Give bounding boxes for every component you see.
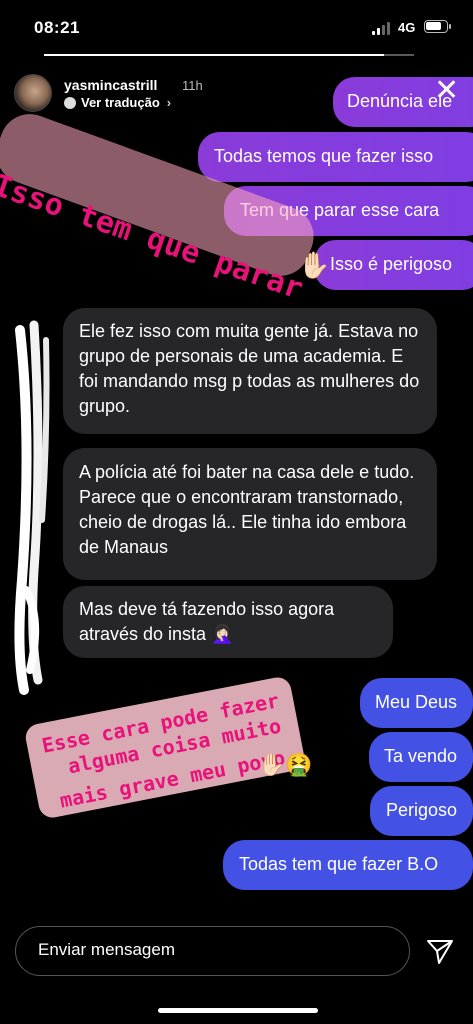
message-incoming: Ele fez isso com muita gente já. Estava …: [63, 308, 437, 434]
message-outgoing: Todas temos que fazer isso: [198, 132, 473, 182]
message-outgoing: Ta vendo: [369, 732, 473, 782]
translate-button[interactable]: Ver tradução ›: [64, 95, 171, 110]
network-type: 4G: [398, 20, 416, 35]
message-placeholder: Enviar mensagem: [38, 940, 176, 959]
home-indicator: [158, 1008, 318, 1013]
hand-vomit-emoji: ✋🏻🤮: [258, 752, 313, 777]
avatar[interactable]: [14, 74, 52, 112]
message-incoming: A polícia até foi bater na casa dele e t…: [63, 448, 437, 580]
time-ago: 11h: [182, 78, 203, 93]
message-incoming: Mas deve tá fazendo isso agora através d…: [63, 586, 393, 658]
send-icon[interactable]: [425, 936, 455, 966]
story-progress-bar: [44, 54, 414, 56]
redaction-scribble: [14, 320, 50, 695]
message-outgoing: Isso é perigoso: [314, 240, 473, 290]
raised-hand-emoji: ✋🏻: [298, 250, 331, 280]
translate-icon: [64, 96, 76, 109]
message-outgoing: Perigoso: [370, 786, 473, 836]
chevron-right-icon: ›: [166, 95, 172, 110]
message-outgoing: Meu Deus: [360, 678, 473, 728]
battery-icon: [424, 20, 451, 33]
message-outgoing: Todas tem que fazer B.O: [223, 840, 473, 890]
signal-icon: [372, 22, 392, 35]
username[interactable]: yasmincastrill: [64, 77, 157, 93]
translate-label: Ver tradução: [81, 95, 160, 110]
status-time: 08:21: [34, 18, 80, 37]
close-icon[interactable]: ✕: [434, 76, 459, 106]
